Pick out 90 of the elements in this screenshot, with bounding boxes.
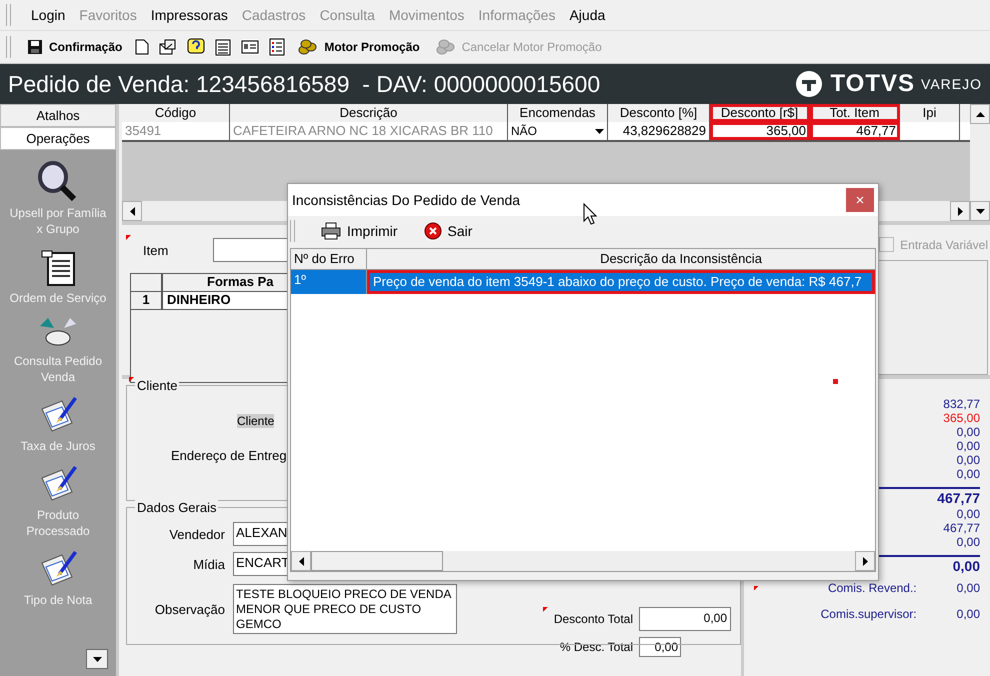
caret-icon <box>130 206 134 216</box>
sidebar-tab[interactable]: Atalhos <box>0 104 116 127</box>
logo-subtitle: VAREJO <box>921 76 982 92</box>
column-header: Formas Pa <box>206 274 274 291</box>
scroll-thumb[interactable] <box>311 551 443 571</box>
commission-value: 0,00 <box>956 606 980 623</box>
commission-value: 0,00 <box>956 580 980 597</box>
total-value: 0,00 <box>952 557 980 575</box>
table-cell: 35491 <box>122 122 230 140</box>
menu-item[interactable]: Impressoras <box>150 7 228 23</box>
scroll-down-button[interactable] <box>86 649 108 669</box>
toolbar-button[interactable]: Confirmação <box>21 34 128 60</box>
total-value: 467,77 <box>943 521 980 535</box>
required-mark <box>754 586 759 590</box>
total-value: 0,00 <box>956 535 980 549</box>
field-label: Vendedor <box>168 526 225 542</box>
scroll-left-button[interactable] <box>122 201 142 221</box>
toolbar-button[interactable]: Motor Promoção <box>292 34 426 60</box>
caret-icon <box>958 206 962 216</box>
coins-icon <box>298 38 318 56</box>
total-value: 0,00 <box>956 425 980 439</box>
scroll-up-button[interactable] <box>970 104 990 124</box>
id-card-icon <box>241 40 260 54</box>
blank-page-icon <box>135 39 150 55</box>
table-cell: 365,00 <box>710 122 810 140</box>
total-value: 365,00 <box>943 411 980 425</box>
scroll-down-button[interactable] <box>970 201 990 221</box>
help-icon <box>187 38 206 56</box>
printer-icon <box>321 222 341 240</box>
group-title: Dados Gerais <box>135 500 218 515</box>
menu-item[interactable]: Ajuda <box>569 7 606 23</box>
toolbar-button[interactable]: Sair <box>418 221 478 241</box>
field-label: Observação <box>154 602 225 616</box>
logo-icon <box>794 69 824 99</box>
sidebar-item[interactable]: Taxa de Juros <box>8 438 108 454</box>
field-label: Cliente <box>237 414 274 428</box>
close-button[interactable]: × <box>846 188 874 212</box>
sidebar-item[interactable]: Tipo de Nota <box>8 592 108 608</box>
sidebar-item[interactable]: Ordem de Serviço <box>8 290 108 306</box>
total-value: 0,00 <box>956 507 980 521</box>
calendar-icon <box>215 38 232 56</box>
sidebar-item[interactable]: Consulta Pedido Venda <box>8 353 108 385</box>
column-header: Tot. Item <box>810 104 900 122</box>
scroll-left-button[interactable] <box>291 551 311 571</box>
list-icon <box>269 38 286 56</box>
total-value: 0,00 <box>956 439 980 453</box>
total-value: 467,77 <box>937 489 980 507</box>
field-label: Mídia <box>192 556 225 572</box>
caret-icon <box>862 556 868 566</box>
caret-icon <box>595 128 604 134</box>
required-mark <box>542 607 548 612</box>
table-cell: 43,829628829 <box>608 122 710 140</box>
field-label: Comis.supervisor: <box>820 606 917 623</box>
total-value: 0,00 <box>956 453 980 467</box>
text-area[interactable]: TESTE BLOQUEIO PRECO DE VENDA MENOR QUE PRECO DE CUSTO GEMCO <box>233 584 457 634</box>
total-value: 832,77 <box>943 397 980 411</box>
table-cell: 467,77 <box>810 122 900 140</box>
caret-icon <box>92 656 102 662</box>
table-cell: 1º <box>291 270 367 294</box>
sidebar-item[interactable]: Produto Processado <box>8 507 108 539</box>
column-header: Nº do Erro <box>291 249 367 269</box>
scroll-right-button[interactable] <box>855 551 875 571</box>
field-label: Desconto Total <box>554 612 633 626</box>
envelope-icon <box>159 39 178 55</box>
table-row[interactable]: 1º Preço de venda do item 3549-1 abaixo do preço de custo. Preço de venda: R$ 467,7 <box>291 270 875 294</box>
field-label: Comis. Revend.: <box>828 580 917 597</box>
table-cell: CAFETEIRA ARNO NC 18 XICARAS BR 110 <box>230 122 508 140</box>
menu-item[interactable]: Login <box>31 7 66 23</box>
sidebar-item[interactable]: Upsell por Família x Grupo <box>8 205 108 237</box>
coins-icon <box>436 38 456 56</box>
table-cell: Preço de venda do item 3549-1 abaixo do preço de custo. Preço de venda: R$ 467,7 <box>367 270 875 294</box>
field-label: Endereço de Entreg <box>171 448 287 463</box>
page-title: Pedido de Venda: 123456816589 - DAV: 0000000015600 <box>8 70 600 98</box>
caret-icon <box>298 556 304 566</box>
column-header: Desconto [r$] <box>710 104 810 122</box>
group-title: Cliente <box>135 378 180 393</box>
checkbox-label: Entrada Variável <box>900 238 988 252</box>
toolbar-button[interactable]: Imprimir <box>315 221 404 241</box>
logo-text: TOTVS <box>830 70 916 98</box>
caret-icon <box>976 208 984 214</box>
sidebar-tab[interactable]: Operações <box>0 127 116 150</box>
scroll-right-button[interactable] <box>950 201 970 221</box>
caret-icon <box>976 112 984 116</box>
close-icon <box>424 222 442 240</box>
total-value: 0,00 <box>956 467 980 481</box>
dialog-title: Inconsistências Do Pedido de Venda <box>292 192 520 208</box>
dropdown-cell[interactable]: NÃO <box>508 122 608 140</box>
input-field[interactable]: 0,00 <box>639 607 731 631</box>
field-label: Item <box>143 242 170 258</box>
column-header: Descrição da Inconsistência <box>599 250 763 268</box>
